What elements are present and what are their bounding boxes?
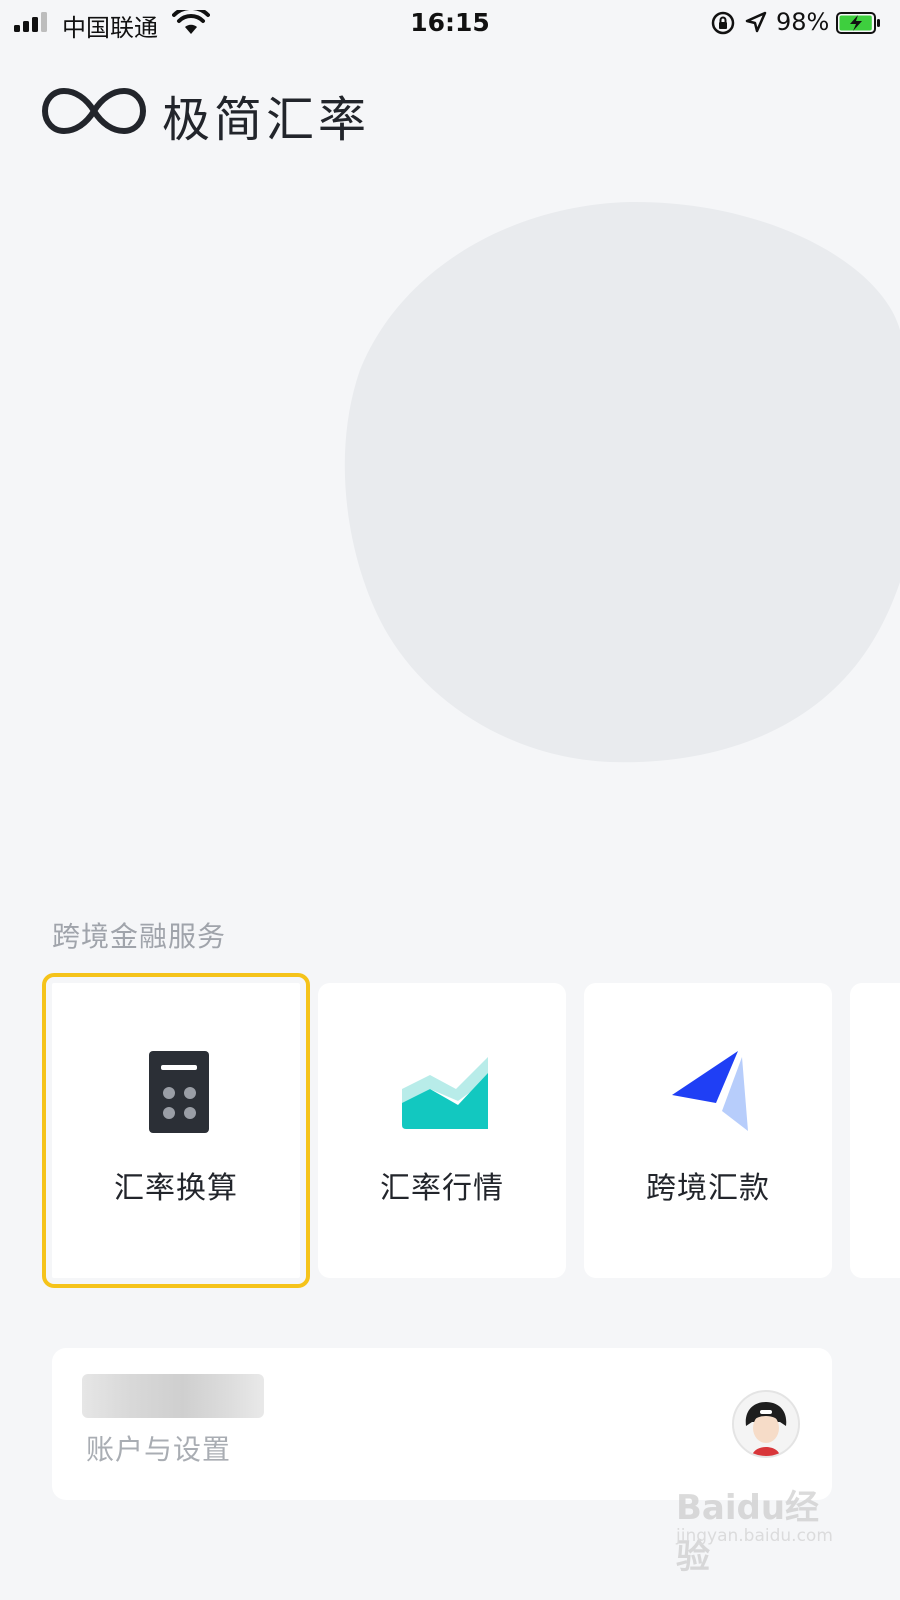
account-settings-label: 账户与设置 bbox=[86, 1433, 232, 1466]
paper-plane-icon bbox=[672, 1051, 748, 1131]
service-card-partial[interactable] bbox=[850, 983, 900, 1278]
rotation-lock-icon bbox=[711, 11, 735, 35]
section-title: 跨境金融服务 bbox=[52, 920, 227, 953]
battery-percent: 98% bbox=[776, 8, 830, 36]
battery-charging-icon bbox=[836, 12, 880, 34]
blurred-username bbox=[82, 1374, 264, 1418]
service-card-exchange-rates[interactable]: 汇率行情 bbox=[318, 983, 566, 1278]
service-card-cross-border-remittance[interactable]: 跨境汇款 bbox=[584, 983, 832, 1278]
watermark-url: jingyan.baidu.com bbox=[676, 1526, 833, 1546]
decorative-brush-circle bbox=[344, 201, 900, 763]
service-label: 汇率行情 bbox=[380, 1171, 504, 1206]
location-icon bbox=[745, 11, 767, 33]
service-label: 跨境汇款 bbox=[646, 1171, 770, 1206]
status-bar: 中国联通 16:15 98% bbox=[0, 0, 900, 46]
trend-chart-icon bbox=[402, 1057, 488, 1129]
service-label: 汇率换算 bbox=[114, 1171, 238, 1206]
account-settings-panel[interactable]: 账户与设置 bbox=[52, 1348, 832, 1500]
calculator-icon bbox=[149, 1051, 209, 1133]
infinity-logo-icon bbox=[42, 88, 146, 134]
service-card-currency-converter[interactable]: 汇率换算 bbox=[42, 973, 310, 1288]
avatar-icon[interactable] bbox=[732, 1390, 800, 1458]
app-title: 极简汇率 bbox=[162, 92, 371, 148]
baidu-watermark: Baidu经验 jingyan.baidu.com bbox=[676, 1480, 836, 1577]
